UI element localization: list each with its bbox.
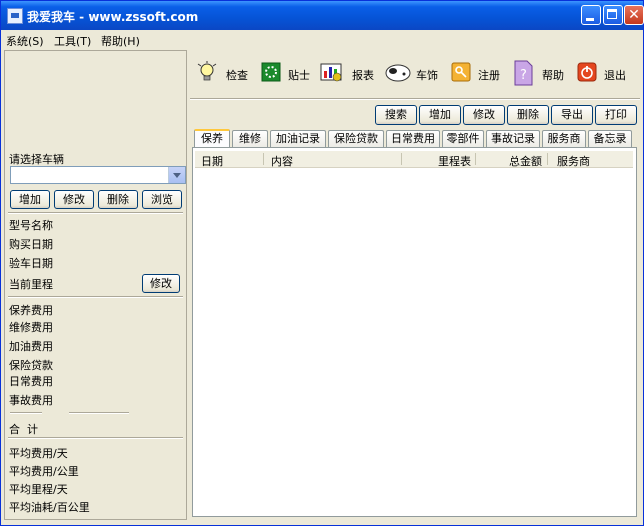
menu-help[interactable]: 帮助(H) bbox=[101, 33, 140, 49]
maximize-icon bbox=[607, 9, 617, 19]
toolbar-exit[interactable]: 退出 bbox=[576, 59, 632, 89]
column-divider bbox=[263, 153, 264, 165]
tab-repair[interactable]: 维修 bbox=[232, 130, 268, 147]
add-record-button[interactable]: 增加 bbox=[419, 105, 461, 125]
add-vehicle-button[interactable]: 增加 bbox=[10, 190, 50, 209]
delete-vehicle-button[interactable]: 删除 bbox=[98, 190, 138, 209]
purchase-date-label: 购买日期 bbox=[9, 238, 53, 251]
menu-bar: 系统(S) 工具(T) 帮助(H) bbox=[1, 30, 643, 49]
tab-maintenance[interactable]: 保养 bbox=[194, 129, 230, 148]
toolbar-help[interactable]: ? 帮助 bbox=[512, 59, 568, 89]
toolbar-car-decoration-label: 车饰 bbox=[416, 69, 438, 82]
toolbar-check-label: 检查 bbox=[226, 69, 248, 82]
tips-icon bbox=[261, 62, 281, 82]
window-title: 我爱我车 - www.zssoft.com bbox=[27, 10, 199, 24]
tab-accident[interactable]: 事故记录 bbox=[486, 130, 540, 147]
tab-service-provider[interactable]: 服务商 bbox=[542, 130, 586, 147]
toolbar-car-decoration[interactable]: 车饰 bbox=[384, 59, 442, 89]
app-window: 我爱我车 - www.zssoft.com ✕ 系统(S) 工具(T) 帮助(H… bbox=[0, 0, 644, 526]
toolbar-register-label: 注册 bbox=[478, 69, 500, 82]
records-table[interactable]: 日期 内容 里程表 总金额 服务商 bbox=[192, 147, 637, 517]
col-odometer[interactable]: 里程表 bbox=[438, 153, 471, 169]
divider bbox=[8, 212, 183, 214]
col-content[interactable]: 内容 bbox=[271, 153, 293, 169]
close-icon: ✕ bbox=[628, 7, 640, 23]
column-divider bbox=[401, 153, 402, 165]
insurance-loan-label: 保险贷款 bbox=[9, 359, 53, 372]
help-icon: ? bbox=[514, 60, 533, 86]
select-vehicle-label: 请选择车辆 bbox=[9, 153, 64, 166]
repair-cost-label: 维修费用 bbox=[9, 321, 53, 334]
accident-cost-label: 事故费用 bbox=[9, 394, 53, 407]
model-name-label: 型号名称 bbox=[9, 219, 53, 232]
column-divider bbox=[475, 153, 476, 165]
avg-fuel-consumption-label: 平均油耗/百公里 bbox=[9, 501, 90, 514]
key-icon bbox=[451, 62, 471, 82]
avg-cost-per-day-label: 平均费用/天 bbox=[9, 447, 68, 460]
title-bar[interactable]: 我爱我车 - www.zssoft.com ✕ bbox=[1, 1, 644, 30]
maintenance-cost-label: 保养费用 bbox=[9, 304, 53, 317]
col-service-provider[interactable]: 服务商 bbox=[557, 153, 590, 169]
toolbar-tips[interactable]: 贴士 bbox=[260, 59, 312, 89]
records-panel: 检查 贴士 报表 车饰 注册 ? 帮助 退出 搜索 增加 修改 删除 导出 打印… bbox=[190, 50, 640, 520]
delete-record-button[interactable]: 删除 bbox=[507, 105, 549, 125]
edit-mileage-button[interactable]: 修改 bbox=[142, 274, 180, 293]
print-button[interactable]: 打印 bbox=[595, 105, 637, 125]
browse-vehicle-button[interactable]: 浏览 bbox=[142, 190, 182, 209]
edit-record-button[interactable]: 修改 bbox=[463, 105, 505, 125]
divider bbox=[8, 296, 183, 298]
minimize-icon bbox=[586, 18, 594, 21]
chevron-down-icon[interactable] bbox=[168, 167, 185, 183]
column-divider bbox=[547, 153, 548, 165]
avg-mileage-per-day-label: 平均里程/天 bbox=[9, 483, 68, 496]
menu-tools[interactable]: 工具(T) bbox=[54, 33, 91, 49]
car-decoration-icon bbox=[385, 64, 411, 82]
maximize-button[interactable] bbox=[603, 5, 623, 25]
toolbar-tips-label: 贴士 bbox=[288, 69, 310, 82]
record-tabs: 保养 维修 加油记录 保险贷款 日常费用 零部件 事故记录 服务商 备忘录 bbox=[192, 129, 638, 148]
search-button[interactable]: 搜索 bbox=[375, 105, 417, 125]
table-header: 日期 内容 里程表 总金额 服务商 bbox=[195, 151, 633, 168]
app-icon bbox=[7, 8, 23, 24]
divider bbox=[8, 437, 183, 439]
divider bbox=[10, 412, 42, 414]
tab-daily-cost[interactable]: 日常费用 bbox=[386, 130, 440, 147]
daily-cost-label: 日常费用 bbox=[9, 375, 53, 388]
close-button[interactable]: ✕ bbox=[624, 5, 644, 25]
toolbar-check[interactable]: 检查 bbox=[196, 59, 252, 89]
minimize-button[interactable] bbox=[581, 5, 601, 25]
vehicle-panel: 请选择车辆 增加 修改 删除 浏览 型号名称 购买日期 验车日期 当前里程 修改… bbox=[4, 50, 187, 520]
inspection-date-label: 验车日期 bbox=[9, 257, 53, 270]
toolbar-divider bbox=[190, 98, 640, 100]
svg-text:?: ? bbox=[520, 68, 527, 83]
toolbar-report[interactable]: 报表 bbox=[320, 59, 376, 89]
toolbar-report-label: 报表 bbox=[352, 69, 374, 82]
col-date[interactable]: 日期 bbox=[201, 153, 223, 169]
fuel-cost-label: 加油费用 bbox=[9, 340, 53, 353]
menu-system[interactable]: 系统(S) bbox=[6, 33, 44, 49]
tab-memo[interactable]: 备忘录 bbox=[588, 130, 632, 147]
tab-fuel[interactable]: 加油记录 bbox=[270, 130, 326, 147]
edit-vehicle-button[interactable]: 修改 bbox=[54, 190, 94, 209]
export-button[interactable]: 导出 bbox=[551, 105, 593, 125]
avg-cost-per-km-label: 平均费用/公里 bbox=[9, 465, 79, 478]
report-icon bbox=[320, 63, 342, 82]
lightbulb-icon bbox=[197, 61, 217, 81]
toolbar-register[interactable]: 注册 bbox=[450, 59, 504, 89]
tab-parts[interactable]: 零部件 bbox=[442, 130, 484, 147]
current-mileage-label: 当前里程 bbox=[9, 278, 53, 291]
col-total-amount[interactable]: 总金额 bbox=[509, 153, 542, 169]
tab-insurance-loan[interactable]: 保险贷款 bbox=[328, 130, 384, 147]
divider bbox=[69, 412, 129, 414]
toolbar-help-label: 帮助 bbox=[542, 69, 564, 82]
power-icon bbox=[577, 62, 597, 82]
vehicle-select[interactable] bbox=[10, 166, 186, 184]
toolbar-exit-label: 退出 bbox=[604, 69, 626, 82]
total-label: 合 计 bbox=[9, 423, 38, 436]
